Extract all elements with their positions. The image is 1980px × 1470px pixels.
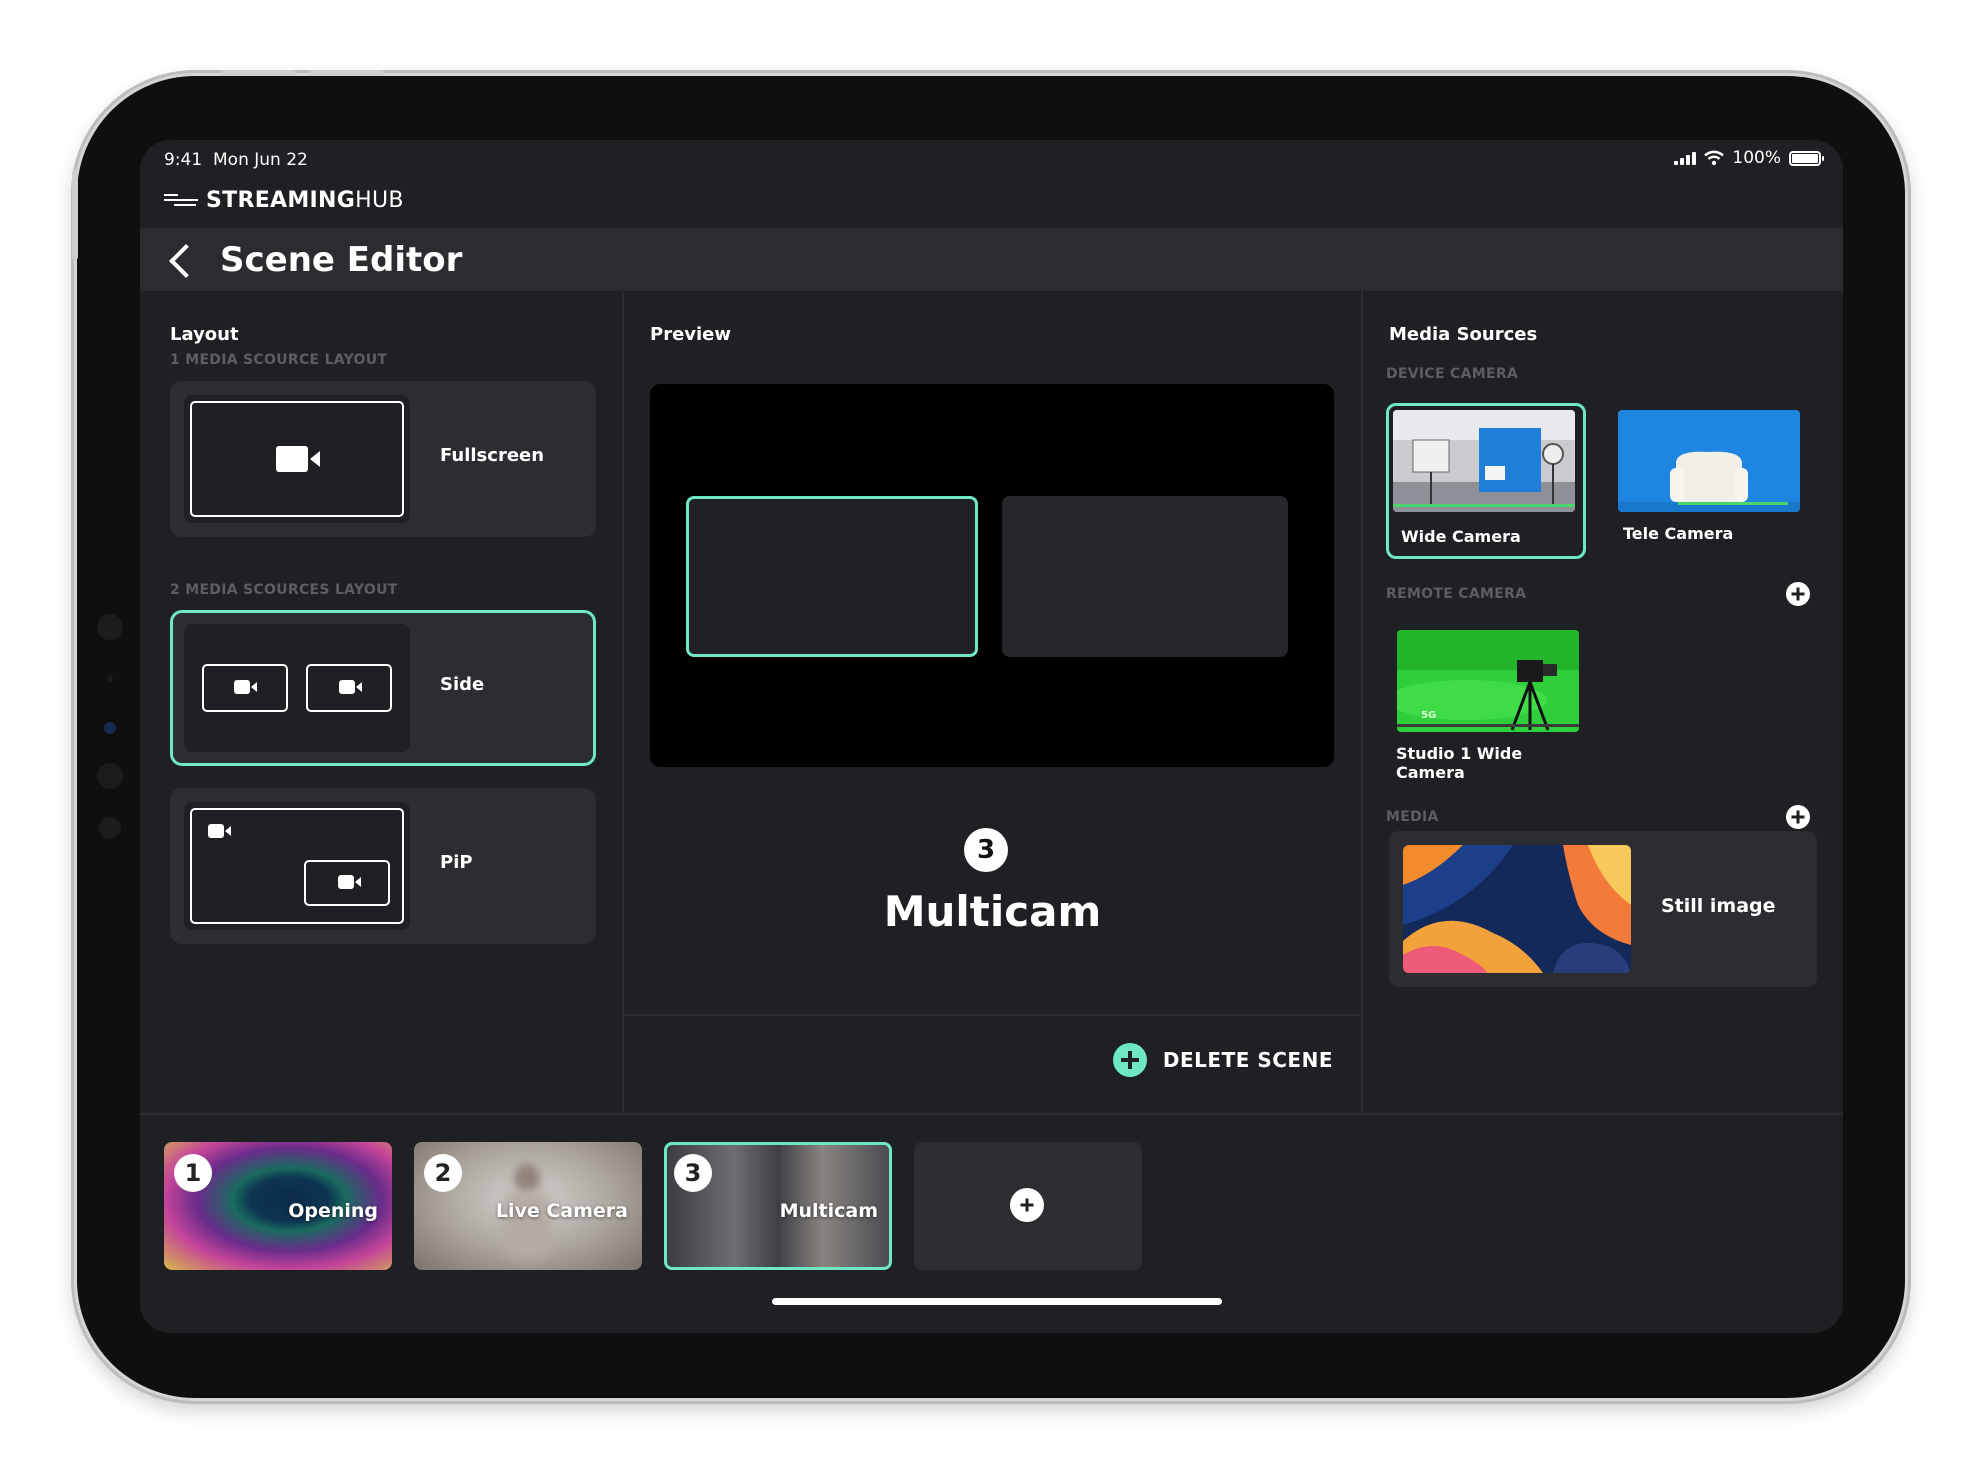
scene-name: Multicam xyxy=(883,887,1102,936)
source-still-image[interactable]: Still image xyxy=(1389,831,1817,987)
hardware-dot xyxy=(97,763,123,789)
media-label: MEDIA xyxy=(1386,809,1439,825)
media-sources-panel: Media Sources DEVICE CAMERA Wide Camera xyxy=(1363,291,1843,1113)
layout-thumb xyxy=(184,802,410,930)
layout-group-1-label: 1 MEDIA SCOURCE LAYOUT xyxy=(170,352,388,368)
battery-icon xyxy=(1789,150,1824,166)
preview-panel: Preview 3 Multicam DELETE SCENE xyxy=(624,291,1363,1113)
tele-camera-thumbnail xyxy=(1618,410,1800,512)
divider xyxy=(624,1014,1361,1016)
remote-camera-label: REMOTE CAMERA xyxy=(1386,586,1527,602)
scene-tile-label: Multicam xyxy=(779,1200,878,1222)
layout-label: Side xyxy=(440,674,485,695)
studio-camera-thumbnail: 5G xyxy=(1397,630,1579,732)
page-title: Scene Editor xyxy=(220,240,463,280)
brand-logo: STREAMINGHUB xyxy=(164,182,404,218)
add-scene-button[interactable] xyxy=(914,1142,1142,1270)
scene-tile-number: 3 xyxy=(674,1154,712,1192)
video-camera-icon xyxy=(276,446,320,472)
still-image-thumbnail xyxy=(1403,845,1631,973)
media-item-label: Still image xyxy=(1661,895,1776,917)
layout-option-fullscreen[interactable]: Fullscreen xyxy=(170,381,596,537)
preview-source-slot-2[interactable] xyxy=(1002,496,1288,657)
top-button xyxy=(220,70,296,76)
media-sources-title: Media Sources xyxy=(1389,324,1538,345)
brand-name-bold: STREAMING xyxy=(206,187,356,213)
scene-tile-live-camera[interactable]: 2 Live Camera xyxy=(414,1142,642,1270)
scene-number-badge: 3 xyxy=(964,828,1008,872)
signal-5g-label: 5G xyxy=(1421,710,1437,721)
scene-tile-label: Live Camera xyxy=(495,1200,628,1222)
device-camera-label: DEVICE CAMERA xyxy=(1386,366,1519,382)
video-camera-icon xyxy=(234,680,257,694)
hardware-dot xyxy=(99,817,121,839)
delete-scene-label: DELETE SCENE xyxy=(1162,1048,1333,1072)
layout-label: Fullscreen xyxy=(440,445,545,466)
add-media-icon[interactable] xyxy=(1786,805,1810,829)
source-label: Studio 1 Wide Camera xyxy=(1396,744,1523,782)
delete-scene-button[interactable]: DELETE SCENE xyxy=(1112,1043,1333,1077)
layout-option-pip[interactable]: PiP xyxy=(170,788,596,944)
hardware-dot xyxy=(97,614,123,640)
camera-lens xyxy=(104,722,116,734)
source-label: Wide Camera xyxy=(1401,527,1521,546)
preview-source-slot-1[interactable] xyxy=(686,496,978,657)
cellular-signal-icon xyxy=(1674,151,1697,165)
scene-tile-multicam[interactable]: 3 Multicam xyxy=(664,1142,892,1270)
plus-circle-icon xyxy=(1112,1043,1147,1077)
layout-thumb xyxy=(184,395,410,523)
home-indicator xyxy=(772,1298,1222,1305)
source-wide-camera[interactable]: Wide Camera xyxy=(1386,403,1586,559)
layout-title: Layout xyxy=(170,324,239,345)
preview-title: Preview xyxy=(650,324,732,345)
layout-group-2-label: 2 MEDIA SCOURCES LAYOUT xyxy=(170,582,398,598)
streaming-logo-icon xyxy=(164,194,198,206)
layout-panel: Layout 1 MEDIA SCOURCE LAYOUT Fullscreen… xyxy=(140,291,624,1113)
status-indicators: 100% xyxy=(1674,148,1824,168)
layout-option-side[interactable]: Side xyxy=(170,610,596,766)
top-button xyxy=(308,70,384,76)
brand-name-light: HUB xyxy=(355,187,404,213)
preview-canvas xyxy=(650,384,1334,767)
add-scene-icon xyxy=(1010,1188,1044,1222)
side-button xyxy=(72,170,78,260)
nav-bar: Scene Editor xyxy=(140,228,1843,291)
video-camera-icon xyxy=(339,680,362,694)
add-remote-camera-icon[interactable] xyxy=(1786,582,1810,606)
wifi-icon xyxy=(1704,150,1725,166)
source-tele-camera[interactable]: Tele Camera xyxy=(1611,403,1811,559)
status-time-date: 9:41 Mon Jun 22 xyxy=(164,150,308,170)
layout-label: PiP xyxy=(440,852,473,873)
wide-camera-thumbnail xyxy=(1393,410,1575,512)
scene-tile-label: Opening xyxy=(288,1200,378,1222)
app-screen: 9:41 Mon Jun 22 100% STREAMINGHUB Scene … xyxy=(140,140,1843,1333)
back-chevron-icon[interactable] xyxy=(169,244,203,278)
hardware-dot xyxy=(107,676,113,682)
video-camera-icon xyxy=(338,875,361,889)
status-bar: 9:41 Mon Jun 22 100% xyxy=(140,140,1843,182)
scene-tile-number: 2 xyxy=(424,1154,462,1192)
source-label: Tele Camera xyxy=(1623,524,1734,543)
source-studio-1-wide-camera[interactable]: 5G Studio 1 Wide Camera xyxy=(1390,623,1590,782)
battery-percent: 100% xyxy=(1732,148,1781,168)
layout-thumb xyxy=(184,624,410,752)
video-camera-icon xyxy=(208,824,231,838)
scene-tile-number: 1 xyxy=(174,1154,212,1192)
scene-tile-opening[interactable]: 1 Opening xyxy=(164,1142,392,1270)
